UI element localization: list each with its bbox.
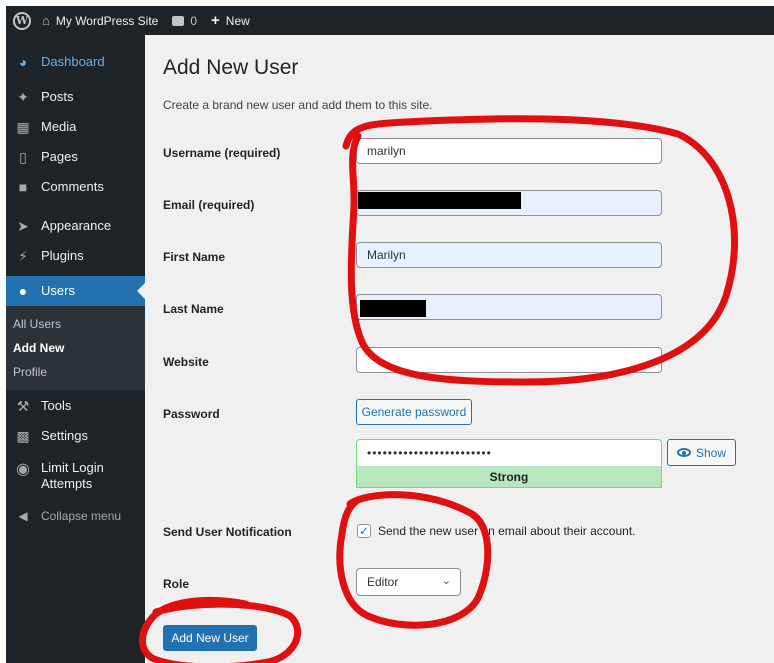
settings-icon: ▩ [16,428,30,444]
add-new-user-button[interactable]: Add New User [163,625,257,651]
fingerprint-icon: ◉ [16,461,30,478]
redaction-block [358,192,521,209]
dashboard-icon: ◕ [18,54,28,70]
email-label: Email (required) [163,198,255,212]
sidebar-item-dashboard[interactable]: ◕ Dashboard [6,52,145,72]
first-name-field[interactable]: Marilyn [356,242,662,268]
sidebar-item-users[interactable]: ● Users [6,276,145,306]
username-label: Username (required) [163,146,281,160]
submenu-item-all-users[interactable]: All Users [6,312,145,336]
user-icon: ● [18,283,28,299]
sidebar-item-plugins[interactable]: ⚡ Plugins [6,246,145,266]
password-label: Password [163,407,220,421]
send-notification-checkbox[interactable]: ✓ [357,524,371,538]
pages-icon: ▯ [19,149,27,165]
role-select[interactable]: Editor ⌄ [356,568,461,596]
redaction-block [360,300,426,317]
site-name-link[interactable]: ⌂ My WordPress Site [38,6,165,35]
comments-link[interactable]: 0 [165,6,204,35]
media-icon: ▦ [16,119,30,135]
first-name-value: Marilyn [367,248,406,262]
new-content-link[interactable]: + New [204,6,257,35]
password-field[interactable]: •••••••••••••••••••••••• [356,439,662,467]
username-value: marilyn [367,144,406,158]
password-value: •••••••••••••••••••••••• [367,446,492,460]
users-submenu: All Users Add New Profile [6,306,145,390]
password-strength-indicator: Strong [356,466,662,488]
sidebar-item-settings[interactable]: ▩ Settings [6,426,145,446]
page-description: Create a brand new user and add them to … [163,98,433,112]
sidebar-item-media[interactable]: ▦ Media [6,117,145,137]
main-content: Add New User Create a brand new user and… [145,35,774,663]
sidebar-item-appearance[interactable]: ➤ Appearance [6,216,145,236]
sidebar-item-pages[interactable]: ▯ Pages [6,147,145,167]
chevron-down-icon: ⌄ [441,575,451,587]
role-label: Role [163,577,190,591]
comments-icon: ■ [18,179,28,195]
eye-icon [676,448,691,457]
submenu-item-profile[interactable]: Profile [6,360,145,384]
wp-admin-window: W ⌂ My WordPress Site 0 + New ◕ Dashboar… [6,6,774,663]
collapse-arrow-icon: ◀ [18,509,28,523]
website-label: Website [163,355,209,369]
website-field[interactable] [356,347,662,373]
show-password-button[interactable]: Show [667,439,736,466]
sidebar-item-comments[interactable]: ■ Comments [6,177,145,197]
send-notification-label: Send User Notification [163,525,292,539]
comments-count: 0 [190,13,198,28]
generate-password-button[interactable]: Generate password [356,399,472,425]
admin-sidebar: ◕ Dashboard ✦ Posts ▦ Media ▯ Pages ■ Co… [6,35,145,663]
new-label: New [225,13,250,28]
username-field[interactable]: marilyn [356,138,662,164]
home-icon: ⌂ [42,13,50,28]
wrench-icon: ⚒ [16,398,30,414]
submenu-item-add-new[interactable]: Add New [6,336,145,360]
page-title: Add New User [163,56,299,79]
pin-icon: ✦ [17,89,29,105]
sidebar-item-limit-login-attempts[interactable]: ◉ Limit Login Attempts [6,460,145,492]
admin-bar: W ⌂ My WordPress Site 0 + New [6,6,774,35]
wp-logo-menu[interactable]: W [6,6,38,35]
comment-bubble-icon [172,15,185,26]
plug-icon: ⚡ [18,248,28,264]
plus-icon: + [211,12,220,29]
role-value: Editor [367,575,399,589]
last-name-label: Last Name [163,302,224,316]
sidebar-item-posts[interactable]: ✦ Posts [6,87,145,107]
wordpress-logo-icon: W [13,11,31,30]
show-label: Show [695,445,727,460]
first-name-label: First Name [163,250,226,264]
paintbrush-icon: ➤ [17,218,29,234]
site-name: My WordPress Site [55,13,159,28]
send-notification-text: Send the new user an email about their a… [378,524,636,538]
collapse-menu-button[interactable]: ◀ Collapse menu [6,506,145,526]
sidebar-item-tools[interactable]: ⚒ Tools [6,396,145,416]
